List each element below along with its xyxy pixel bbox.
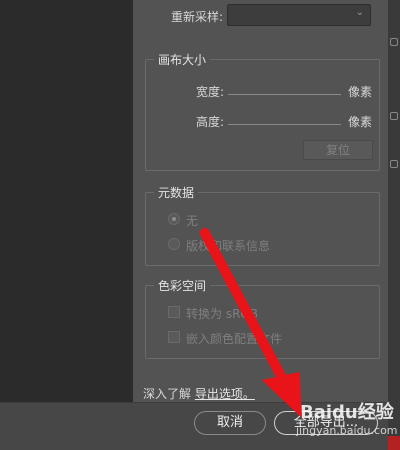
color-space-group: 色彩空间 转换为 sRGB 嵌入颜色配置文件	[145, 277, 380, 359]
radio-icon	[168, 238, 180, 250]
learn-more-prefix: 深入了解	[143, 387, 192, 401]
canvas-size-group: 画布大小 宽度: 像素 高度: 像素 复位	[145, 51, 380, 171]
checkbox-icon	[168, 306, 180, 318]
panel-edge-icon	[390, 160, 398, 168]
metadata-legend: 元数据	[154, 184, 199, 201]
width-input[interactable]	[228, 94, 341, 95]
canvas-size-legend: 画布大小	[154, 51, 211, 68]
height-label: 高度:	[196, 115, 225, 129]
height-unit: 像素	[348, 115, 373, 129]
reset-button[interactable]: 复位	[303, 140, 373, 160]
metadata-option-label: 版权和联系信息	[186, 239, 271, 253]
right-edge-strip	[388, 0, 400, 450]
width-row: 宽度: 像素	[146, 80, 379, 100]
watermark-site: jingyan.baidu.com	[296, 424, 398, 437]
metadata-group: 元数据 无 版权和联系信息	[145, 184, 380, 266]
color-space-legend: 色彩空间	[154, 277, 211, 294]
height-input[interactable]	[228, 124, 341, 125]
chevron-down-icon: ⌄	[355, 7, 364, 18]
height-row: 高度: 像素	[146, 110, 379, 130]
checkbox-icon	[168, 331, 180, 343]
resample-label: 重新采样:	[171, 10, 224, 24]
baidu-watermark: Baidu经验 jingyan.baidu.com	[292, 398, 398, 440]
export-options-link[interactable]: 导出选项。	[195, 387, 255, 401]
convert-srgb-label: 转换为 sRGB	[186, 307, 258, 321]
width-label: 宽度:	[196, 85, 225, 99]
learn-more-text: 深入了解 导出选项。	[143, 385, 255, 402]
width-unit: 像素	[348, 85, 373, 99]
radio-icon	[168, 213, 180, 225]
red-indicator	[388, 436, 400, 450]
embed-profile-label: 嵌入颜色配置文件	[186, 332, 283, 346]
cancel-button[interactable]: 取消	[194, 411, 266, 435]
preview-pane	[0, 0, 133, 402]
panel-edge-icon	[390, 38, 398, 46]
resample-row: 重新采样: ⌄	[145, 2, 377, 28]
resample-select[interactable]: ⌄	[227, 4, 371, 26]
metadata-option-label: 无	[186, 214, 199, 228]
watermark-brand: Baidu经验	[300, 402, 394, 423]
panel-edge-icon	[390, 112, 398, 120]
